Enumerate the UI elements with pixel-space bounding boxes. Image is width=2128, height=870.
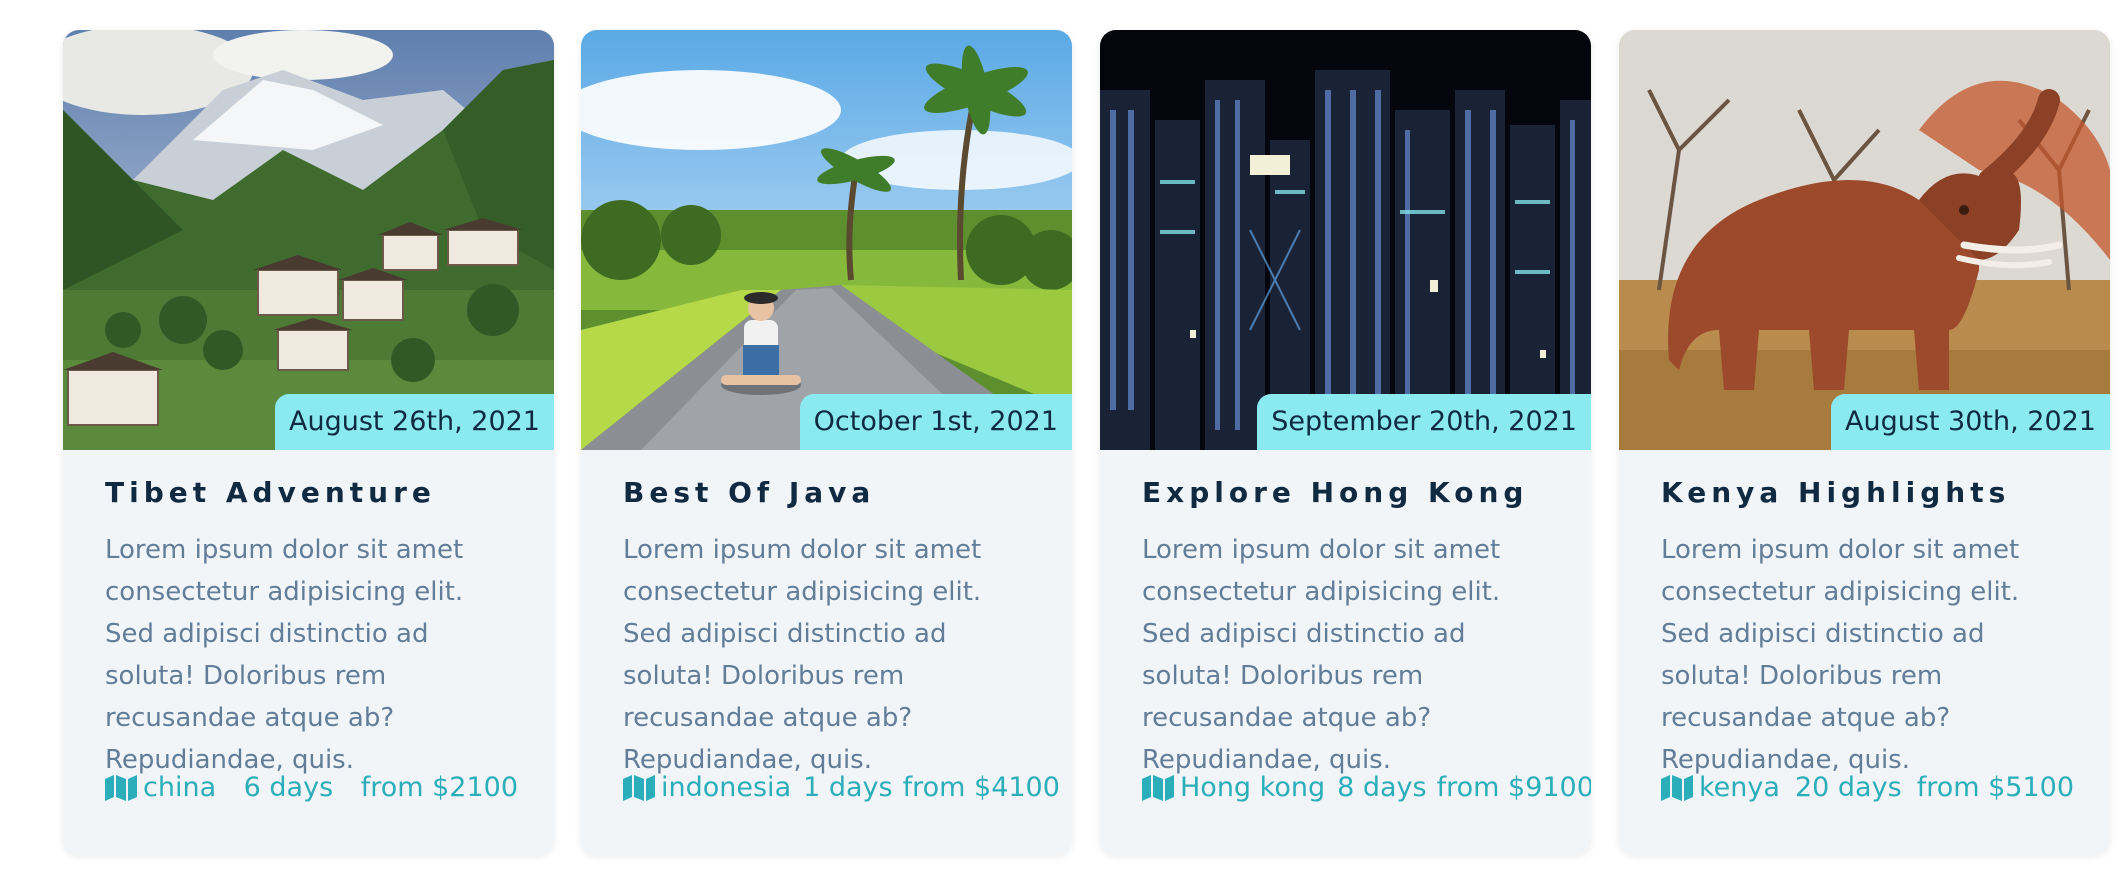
tour-image: October 1st, 2021: [581, 30, 1072, 450]
tour-description: Lorem ipsum dolor sit amet consectetur a…: [1661, 535, 2020, 775]
tour-title: Kenya Highlights: [1661, 476, 2011, 509]
tour-location-label: kenya: [1699, 772, 1780, 803]
map-icon: [1142, 774, 1174, 801]
tour-card-hong-kong[interactable]: September 20th, 2021 Explore Hong Kong L…: [1100, 30, 1591, 855]
tours-section: August 26th, 2021 Tibet Adventure Lorem …: [0, 0, 2128, 870]
tour-location-label: indonesia: [661, 772, 792, 803]
tour-location: Hong kong: [1142, 772, 1325, 803]
tour-card-tibet[interactable]: August 26th, 2021 Tibet Adventure Lorem …: [63, 30, 554, 855]
tour-duration: 6 days: [243, 772, 334, 803]
tour-image: August 30th, 2021: [1619, 30, 2110, 450]
tour-location: china: [105, 772, 216, 803]
tour-date: September 20th, 2021: [1257, 394, 1591, 450]
tour-duration: 8 days: [1337, 772, 1427, 803]
tour-info: Explore Hong Kong Lorem ipsum dolor sit …: [1100, 476, 1591, 781]
tour-card-java[interactable]: October 1st, 2021 Best Of Java Lorem ips…: [581, 30, 1072, 855]
elephant-savanna-image: [1619, 30, 2110, 450]
tour-footer: kenya 20 days from $5100: [1661, 772, 2074, 803]
tour-duration: 20 days: [1794, 772, 1902, 803]
tour-date: October 1st, 2021: [799, 394, 1072, 450]
tour-location-label: Hong kong: [1180, 772, 1326, 803]
tour-description: Lorem ipsum dolor sit amet consectetur a…: [1142, 535, 1501, 775]
city-night-image: [1100, 30, 1591, 450]
tour-price: from $5100: [1916, 772, 2074, 803]
tour-location: kenya: [1661, 772, 1780, 803]
tour-price: from $9100: [1436, 772, 1591, 803]
tour-description: Lorem ipsum dolor sit amet consectetur a…: [105, 535, 464, 775]
tour-price: from $2100: [360, 772, 518, 803]
tour-card-kenya[interactable]: August 30th, 2021 Kenya Highlights Lorem…: [1619, 30, 2110, 855]
tour-title: Explore Hong Kong: [1142, 476, 1529, 509]
tour-title: Best Of Java: [623, 476, 876, 509]
tour-price: from $4100: [902, 772, 1060, 803]
palm-road-image: [581, 30, 1072, 450]
tour-description: Lorem ipsum dolor sit amet consectetur a…: [623, 535, 982, 775]
tour-image: August 26th, 2021: [63, 30, 554, 450]
mountain-village-image: [63, 30, 554, 450]
tour-title: Tibet Adventure: [105, 476, 436, 509]
tour-date: August 30th, 2021: [1830, 394, 2110, 450]
map-icon: [623, 774, 655, 801]
tour-image: September 20th, 2021: [1100, 30, 1591, 450]
tour-info: Best Of Java Lorem ipsum dolor sit amet …: [581, 476, 1072, 781]
tour-footer: indonesia 1 days from $4100: [623, 772, 1060, 803]
tour-info: Tibet Adventure Lorem ipsum dolor sit am…: [63, 476, 554, 781]
tour-info: Kenya Highlights Lorem ipsum dolor sit a…: [1619, 476, 2110, 781]
map-icon: [1661, 774, 1693, 801]
tour-location-label: china: [143, 772, 217, 803]
map-icon: [105, 774, 137, 801]
tour-footer: china 6 days from $2100: [105, 772, 518, 803]
tour-date: August 26th, 2021: [274, 394, 554, 450]
tour-location: indonesia: [623, 772, 791, 803]
tour-footer: Hong kong 8 days from $9100: [1142, 772, 1591, 803]
tour-duration: 1 days: [803, 772, 893, 803]
